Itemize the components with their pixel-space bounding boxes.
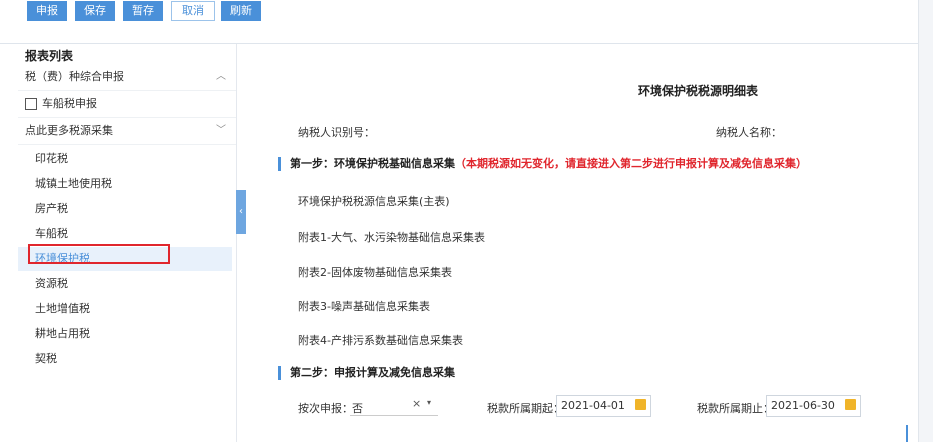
period-start-label: 税款所属期起： bbox=[487, 402, 564, 415]
scrollbar-thumb[interactable] bbox=[906, 425, 908, 442]
chevron-down-icon: ﹀ bbox=[216, 125, 226, 136]
sidebar-item-label: 车船税 bbox=[35, 227, 68, 240]
sidebar-item-label: 城镇土地使用税 bbox=[35, 177, 112, 190]
form-title: 环境保护税税源明细表 bbox=[638, 84, 759, 98]
clear-icon[interactable]: × bbox=[412, 397, 421, 410]
sidebar-item[interactable]: 耕地占用税 bbox=[18, 322, 232, 346]
by-time-label: 按次申报： bbox=[298, 402, 353, 415]
sidebar-item[interactable]: 车船税 bbox=[18, 222, 232, 246]
link-appendix-2[interactable]: 附表2-固体废物基础信息采集表 bbox=[298, 264, 452, 280]
sidebar-title: 报表列表 bbox=[25, 49, 74, 63]
sidebar-group-comprehensive[interactable]: 税（费）种综合申报 ︿ bbox=[18, 64, 236, 90]
calendar-icon[interactable] bbox=[845, 399, 856, 410]
taxpayer-id-label: 纳税人识别号： bbox=[298, 126, 375, 139]
sidebar-checkbox-row[interactable]: 车船税申报 bbox=[18, 91, 236, 117]
period-start-value: 2021-04-01 bbox=[561, 399, 625, 412]
sidebar-item[interactable]: 房产税 bbox=[18, 197, 232, 221]
temp-save-button[interactable]: 暂存 bbox=[123, 1, 163, 21]
checkbox-label: 车船税申报 bbox=[42, 97, 97, 110]
period-end-label: 税款所属期止： bbox=[697, 402, 774, 415]
sidebar-item[interactable]: 土地增值税 bbox=[18, 297, 232, 321]
calendar-icon[interactable] bbox=[635, 399, 646, 410]
chevron-up-icon: ︿ bbox=[216, 71, 226, 82]
sidebar-item[interactable]: 契税 bbox=[18, 347, 232, 371]
link-appendix-3[interactable]: 附表3-噪声基础信息采集表 bbox=[298, 298, 430, 314]
step1-heading: 第一步：环境保护税基础信息采集（本期税源如无变化，请直接进入第二步进行申报计算及… bbox=[278, 157, 807, 171]
sidebar-group-label: 点此更多税源采集 bbox=[25, 124, 113, 137]
by-time-select[interactable]: 否 × ▾ bbox=[350, 395, 438, 416]
by-time-value: 否 bbox=[352, 402, 363, 415]
step2-title: 第二步：申报计算及减免信息采集 bbox=[290, 366, 455, 379]
link-appendix-1[interactable]: 附表1-大气、水污染物基础信息采集表 bbox=[298, 229, 485, 245]
sidebar-item[interactable]: 资源税 bbox=[18, 272, 232, 296]
cancel-button[interactable]: 取消 bbox=[171, 1, 215, 21]
step1-note: （本期税源如无变化，请直接进入第二步进行申报计算及减免信息采集） bbox=[455, 157, 807, 170]
sidebar-item-label: 土地增值税 bbox=[35, 302, 90, 315]
toolbar: 申报 保存 暂存 取消 刷新 bbox=[0, 0, 918, 44]
step2-heading: 第二步：申报计算及减免信息采集 bbox=[278, 366, 455, 380]
link-appendix-4[interactable]: 附表4-产排污系数基础信息采集表 bbox=[298, 332, 463, 348]
dropdown-icon[interactable]: ▾ bbox=[427, 398, 431, 407]
taxpayer-name-label: 纳税人名称： bbox=[716, 126, 782, 139]
highlight-box bbox=[28, 244, 170, 264]
save-button[interactable]: 保存 bbox=[75, 1, 115, 21]
divider bbox=[18, 144, 236, 145]
sidebar-item-label: 耕地占用税 bbox=[35, 327, 90, 340]
sidebar-item[interactable]: 城镇土地使用税 bbox=[18, 172, 232, 196]
sidebar-item-label: 印花税 bbox=[35, 152, 68, 165]
sidebar-item-label: 契税 bbox=[35, 352, 57, 365]
period-start-input[interactable]: 2021-04-01 bbox=[556, 395, 651, 417]
right-edge-panel bbox=[918, 0, 933, 442]
sidebar-item-label: 资源税 bbox=[35, 277, 68, 290]
sidebar-group-label: 税（费）种综合申报 bbox=[25, 70, 124, 83]
step1-title: 第一步：环境保护税基础信息采集 bbox=[290, 157, 455, 170]
declare-button[interactable]: 申报 bbox=[27, 1, 67, 21]
link-main-form[interactable]: 环境保护税税源信息采集(主表) bbox=[298, 193, 450, 209]
vehicle-tax-checkbox[interactable] bbox=[25, 98, 37, 110]
period-end-value: 2021-06-30 bbox=[771, 399, 835, 412]
sidebar-item-label: 房产税 bbox=[35, 202, 68, 215]
collapse-icon[interactable]: ‹ bbox=[236, 190, 246, 234]
refresh-button[interactable]: 刷新 bbox=[221, 1, 261, 21]
sidebar-group-more[interactable]: 点此更多税源采集 ﹀ bbox=[18, 118, 236, 144]
sidebar-item[interactable]: 印花税 bbox=[18, 147, 232, 171]
period-end-input[interactable]: 2021-06-30 bbox=[766, 395, 861, 417]
